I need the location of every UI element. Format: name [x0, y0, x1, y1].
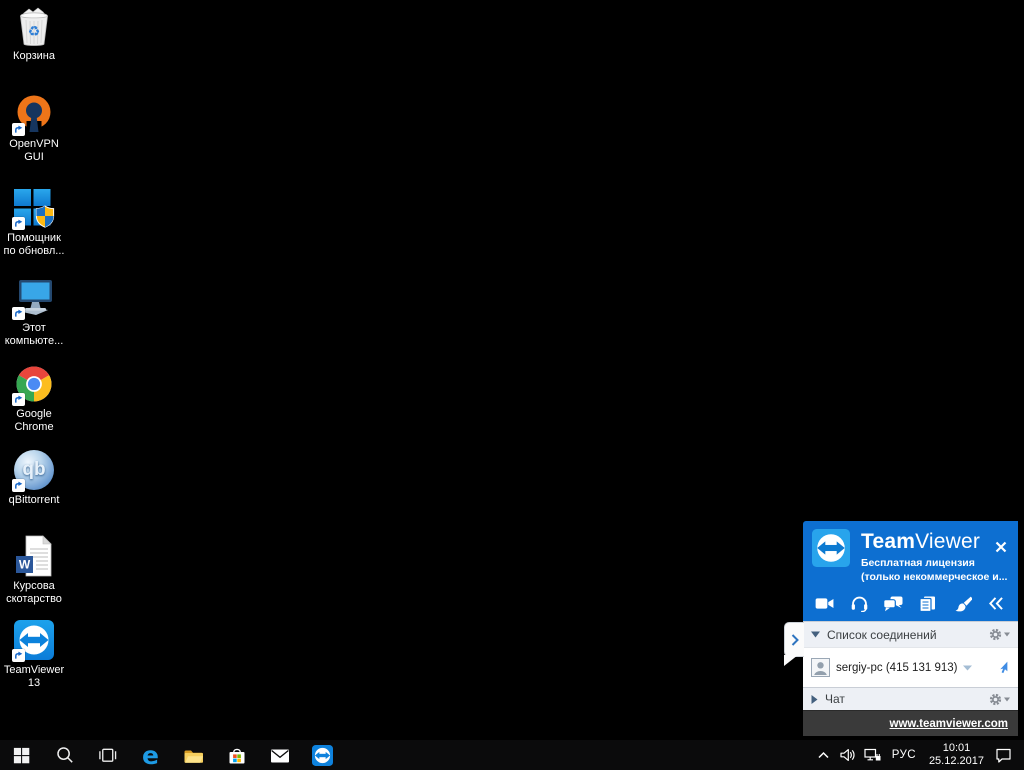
settings-gear-icon[interactable] [989, 693, 1010, 706]
chat-section-header[interactable]: Чат [803, 687, 1018, 710]
desktop-icon-label: Курсова скотарство [6, 580, 62, 605]
tray-chevron-up-icon[interactable] [817, 740, 830, 770]
settings-gear-icon[interactable] [989, 628, 1010, 641]
desktop-icon-label: Помощник по обновл... [3, 232, 65, 257]
connection-name: sergiy-pc (415 131 913) [836, 661, 958, 674]
license-line-1: Бесплатная лицензия [861, 557, 975, 569]
desktop-icon-teamviewer[interactable]: TeamViewer 13 [1, 618, 67, 689]
chat-section-title: Чат [825, 692, 845, 706]
action-center-icon[interactable] [995, 740, 1012, 770]
tray-date: 25.12.2017 [928, 755, 984, 767]
desktop-icon-word-doc[interactable]: W Курсова скотарство [1, 534, 67, 605]
tray-time: 10:01 [942, 742, 971, 754]
teamviewer-website-link[interactable]: www.teamviewer.com [890, 718, 1008, 730]
desktop-icon-label: Этот компьюте... [4, 322, 64, 347]
edge-icon: e [142, 740, 159, 770]
teamviewer-panel: TeamViewer Бесплатная лицензия (только н… [784, 521, 1018, 736]
close-icon[interactable] [993, 539, 1009, 555]
desktop-icon-this-pc[interactable]: Этот компьюте... [1, 276, 67, 347]
shortcut-arrow-icon [12, 479, 25, 492]
teamviewer-icon [312, 744, 333, 766]
license-line-2: (только некоммерческое и... [861, 571, 1008, 583]
chrome-icon [12, 362, 56, 406]
teamviewer-toolbar [813, 595, 1008, 612]
svg-text:W: W [19, 558, 31, 572]
word-document-icon: W [12, 534, 56, 578]
shortcut-arrow-icon [12, 217, 25, 230]
desktop-icon-label: qBittorrent [8, 494, 60, 506]
qbittorrent-icon: qb [12, 448, 56, 492]
store-button[interactable] [215, 740, 258, 770]
teamviewer-title: TeamViewer [861, 530, 981, 553]
network-ethernet-icon[interactable] [864, 740, 881, 770]
collapse-panel-icon[interactable] [984, 595, 1008, 612]
avatar [811, 658, 830, 677]
computer-icon [12, 276, 56, 320]
copy-icon[interactable] [916, 595, 940, 612]
desktop-icon-update-assistant[interactable]: Помощник по обновл... [1, 186, 67, 257]
expander-right-icon [811, 694, 818, 704]
desktop-icon-label: OpenVPN GUI [9, 138, 59, 163]
edge-button[interactable]: e [129, 740, 172, 770]
windows-logo-icon [13, 747, 30, 763]
chevron-right-icon [791, 633, 799, 646]
whiteboard-brush-icon[interactable] [950, 595, 974, 612]
shortcut-arrow-icon [12, 649, 25, 662]
connection-row[interactable]: sergiy-pc (415 131 913) [803, 647, 1018, 687]
desktop-icon-openvpn[interactable]: OpenVPN GUI [1, 92, 67, 163]
expander-down-icon [811, 631, 820, 638]
desktop-icon-recycle-bin[interactable]: ♻ Корзина [1, 4, 67, 63]
windows-update-icon [12, 186, 56, 230]
panel-collapse-tab[interactable] [784, 622, 804, 666]
dropdown-icon[interactable] [963, 665, 973, 671]
language-indicator[interactable]: РУС [890, 740, 918, 770]
desktop-icon-chrome[interactable]: Google Chrome [1, 362, 67, 433]
desktop: ♻ Корзина OpenVPN GUI Помощник по обновл… [0, 0, 1024, 770]
mail-button[interactable] [258, 740, 301, 770]
video-call-icon[interactable] [813, 595, 837, 612]
task-view-icon [99, 748, 117, 762]
desktop-icon-label: Корзина [13, 50, 55, 62]
teamviewer-taskbar-button[interactable] [301, 740, 344, 770]
teamviewer-footer: www.teamviewer.com [803, 710, 1018, 736]
folder-icon [184, 750, 203, 763]
task-view-button[interactable] [86, 740, 129, 770]
teamviewer-header: TeamViewer Бесплатная лицензия (только н… [803, 521, 1018, 621]
audio-call-icon[interactable] [847, 595, 871, 612]
svg-text:♻: ♻ [28, 23, 41, 39]
clock[interactable]: 10:01 25.12.2017 [927, 740, 986, 770]
teamviewer-logo-icon [812, 529, 850, 572]
recycle-bin-icon: ♻ [12, 4, 56, 48]
start-button[interactable] [0, 740, 43, 770]
remote-connect-cursor-icon[interactable] [996, 660, 1010, 675]
mail-icon [270, 749, 289, 762]
connections-section-header[interactable]: Список соединений [803, 621, 1018, 647]
connections-section-title: Список соединений [827, 627, 937, 642]
shortcut-arrow-icon [12, 393, 25, 406]
teamviewer-icon [12, 618, 56, 662]
shortcut-arrow-icon [12, 123, 25, 136]
desktop-icon-qbittorrent[interactable]: qb qBittorrent [1, 448, 67, 507]
taskbar: e РУС 10:01 25.12.2017 [0, 740, 1024, 770]
volume-icon[interactable] [839, 740, 855, 770]
system-tray: РУС 10:01 25.12.2017 [817, 740, 1024, 770]
desktop-icon-label: TeamViewer 13 [3, 664, 65, 689]
search-icon [56, 747, 73, 763]
shortcut-arrow-icon [12, 307, 25, 320]
search-button[interactable] [43, 740, 86, 770]
openvpn-icon [12, 92, 56, 136]
store-icon [229, 748, 244, 763]
chat-icon[interactable] [881, 595, 905, 612]
desktop-icon-label: Google Chrome [14, 408, 54, 433]
file-explorer-button[interactable] [172, 740, 215, 770]
